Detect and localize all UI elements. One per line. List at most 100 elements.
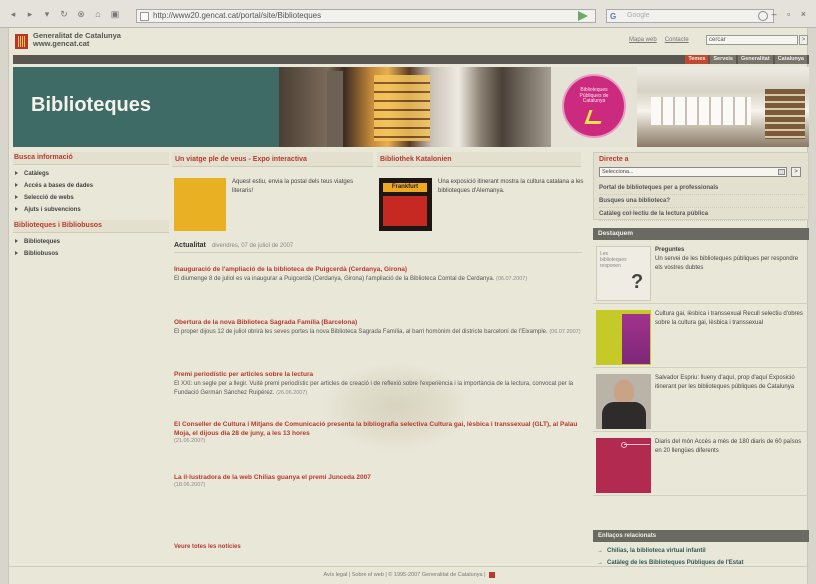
site-map-link[interactable]: Mapa web	[629, 37, 657, 43]
highlight-thumb-preguntes[interactable]: Les biblioteques responen ?	[596, 246, 651, 301]
biblioteques-publiques-badge[interactable]: Biblioteques Públiques de Catalunya	[564, 76, 624, 136]
select-value: Selecciona...	[602, 169, 634, 175]
web-page: Generalitat de Catalunya www.gencat.cat …	[8, 28, 809, 584]
highlight-text: Preguntes Un servei de les biblioteques …	[655, 246, 807, 273]
biblioteques-list: Biblioteques Bibliobusos	[13, 233, 169, 264]
feature-image-frankfurt[interactable]: Frankfurt	[379, 178, 432, 231]
footer: Avís legal | Sobre el web | © 1995-2007 …	[9, 566, 809, 584]
arrow-icon	[15, 195, 18, 199]
browser-search-input[interactable]: G Google	[606, 9, 774, 23]
feature-title-1[interactable]: Un viatge ple de veus - Expo interactiva	[172, 152, 373, 167]
forward-icon[interactable]: ▸	[25, 9, 35, 19]
news-item-date: (06.07.2007)	[496, 276, 528, 282]
sidebar-item-label: Bibliobusos	[24, 251, 59, 257]
sidebar-item-label: Biblioteques	[24, 239, 61, 245]
highlight-item[interactable]: Cultura gai, lèsbica i transsexual Recul…	[593, 306, 809, 368]
tab-serveis[interactable]: Serveis	[710, 55, 736, 64]
arrow-icon	[15, 171, 18, 175]
highlight-title[interactable]: Preguntes	[655, 247, 684, 253]
news-item: La il·lustradora de la web Chilias guany…	[174, 473, 582, 488]
google-icon: G	[610, 12, 617, 21]
feature-image-postal[interactable]	[174, 178, 226, 231]
stop-icon[interactable]: ⊗	[76, 9, 86, 19]
page-title: Biblioteques	[31, 94, 152, 116]
news-description: El proper dijous 12 de juliol obrirà les…	[174, 328, 582, 337]
sidebar-item-label: Selecció de webs	[24, 195, 74, 201]
sidebar-item-label: Ajuts i subvencions	[24, 207, 81, 213]
arrow-icon	[15, 251, 18, 255]
sidebar-item-bibliobusos[interactable]: Bibliobusos	[15, 248, 169, 260]
news-item-date: (26.06.2007)	[276, 390, 308, 396]
sidebar-item-catalegs[interactable]: Catàlegs	[15, 168, 169, 180]
footer-text[interactable]: Avís legal | Sobre el web | © 1995-2007 …	[323, 572, 485, 578]
news-title-link[interactable]: Inauguració de l'ampliació de la bibliot…	[174, 265, 582, 274]
window-controls[interactable]: – ▫ ×	[772, 9, 810, 19]
arrow-icon: →	[597, 548, 603, 554]
site-search-button[interactable]: >	[799, 35, 808, 45]
news-item: Inauguració de l'ampliació de la bibliot…	[174, 265, 582, 284]
highlight-thumb-cultura-gai[interactable]	[596, 310, 651, 365]
link-portal-professionals[interactable]: Portal de biblioteques per a professiona…	[599, 182, 805, 195]
quick-access-go-button[interactable]: >	[791, 167, 801, 177]
chevron-down-icon	[778, 169, 785, 175]
contact-link[interactable]: Contacte	[665, 37, 689, 43]
news-title-link[interactable]: Obertura de la nova Biblioteca Sagrada F…	[174, 318, 582, 327]
browser-search-placeholder: Google	[627, 12, 650, 19]
link-cataleg-collectiu[interactable]: Catàleg col·lectiu de la lectura pública	[599, 208, 805, 221]
feature-title-2[interactable]: Bibliothek Katalonien	[377, 152, 581, 167]
directe-a-box: Directe a Selecciona... > Portal de bibl…	[593, 152, 809, 221]
back-icon[interactable]: ◂	[8, 9, 18, 19]
org-name[interactable]: Generalitat de Catalunya www.gencat.cat	[33, 32, 121, 48]
tab-temes[interactable]: Temes	[685, 55, 709, 64]
highlight-item[interactable]: Les biblioteques responen ? Preguntes Un…	[593, 242, 809, 304]
highlight-thumb-diaris[interactable]	[596, 438, 651, 493]
reader-icon	[584, 110, 606, 124]
sidebar-item-label: Accés a bases de dades	[24, 183, 94, 189]
highlight-text: Salvador Espriu: llueny d'aquí, prop d'a…	[655, 375, 795, 390]
related-link-label: Chilias, la biblioteca virtual infantil	[607, 548, 706, 554]
news-item: Premi periodístic per articles sobre la …	[174, 370, 582, 398]
news-title-link[interactable]: Premi periodístic per articles sobre la …	[174, 370, 582, 379]
sidebar-item-bases-dades[interactable]: Accés a bases de dades	[15, 180, 169, 192]
bookmark-icon[interactable]: ▣	[110, 9, 120, 19]
book-cover-graphic	[383, 196, 427, 226]
biblioteques-heading: Biblioteques i Bibliobusos	[13, 220, 169, 233]
link-busques-biblioteca[interactable]: Busques una biblioteca?	[599, 195, 805, 208]
news-item-date: (21.06.2007)	[174, 438, 206, 444]
question-mark-icon: ?	[631, 271, 644, 293]
browser-toolbar: ◂ ▸ ▾ ↻ ⊗ ⌂ ▣ http://www20.gencat.cat/po…	[0, 0, 816, 28]
news-desc-text: El diumenge 8 de juliol es va inaugurar …	[174, 276, 495, 282]
accessibility-icon[interactable]	[488, 571, 495, 578]
portrait-face	[614, 380, 634, 404]
sidebar-item-seleccio-webs[interactable]: Selecció de webs	[15, 192, 169, 204]
gencat-logo-icon[interactable]	[15, 34, 28, 49]
history-icon[interactable]: ▾	[42, 9, 52, 19]
url-input[interactable]: http://www20.gencat.cat/portal/site/Bibl…	[136, 9, 596, 23]
magnifier-icon[interactable]	[758, 11, 768, 21]
news-description: El XXI: un segle per a llegir. Vuitè pre…	[174, 380, 582, 398]
news-item-date: (06.07.2007)	[549, 329, 581, 335]
quick-access-select[interactable]: Selecciona...	[599, 167, 787, 177]
highlight-thumb-espriu[interactable]	[596, 374, 651, 429]
news-title-link[interactable]: El Conseller de Cultura i Mitjans de Com…	[174, 420, 582, 438]
related-link-chilias[interactable]: → Chilias, la biblioteca virtual infantil	[597, 545, 809, 557]
news-item: El Conseller de Cultura i Mitjans de Com…	[174, 420, 582, 444]
tab-generalitat[interactable]: Generalitat	[737, 55, 773, 64]
sidebar-item-ajuts[interactable]: Ajuts i subvencions	[15, 204, 169, 216]
see-all-news-link[interactable]: Veure totes les notícies	[174, 544, 241, 550]
news-item-date: (18.06.2007)	[174, 482, 206, 488]
reload-icon[interactable]: ↻	[59, 9, 69, 19]
related-links-heading: Enllaços relacionats	[593, 530, 809, 542]
banner: Biblioteques Biblioteques Públiques de C…	[13, 67, 809, 147]
arrow-icon	[15, 207, 18, 211]
destaquem-heading: Destaquem	[593, 228, 809, 240]
news-desc-text: El XXI: un segle per a llegir. Vuitè pre…	[174, 381, 574, 396]
highlight-item[interactable]: Salvador Espriu: llueny d'aquí, prop d'a…	[593, 370, 809, 432]
library-photo	[279, 67, 551, 147]
news-title-link[interactable]: La il·lustradora de la web Chilias guany…	[174, 473, 582, 482]
site-search-input[interactable]: cercar	[706, 35, 798, 45]
highlight-item[interactable]: Diaris del món Accés a més de 180 diaris…	[593, 434, 809, 496]
home-icon[interactable]: ⌂	[93, 9, 103, 19]
sidebar-item-biblioteques[interactable]: Biblioteques	[15, 236, 169, 248]
tab-catalunya[interactable]: Catalunya	[774, 55, 807, 64]
